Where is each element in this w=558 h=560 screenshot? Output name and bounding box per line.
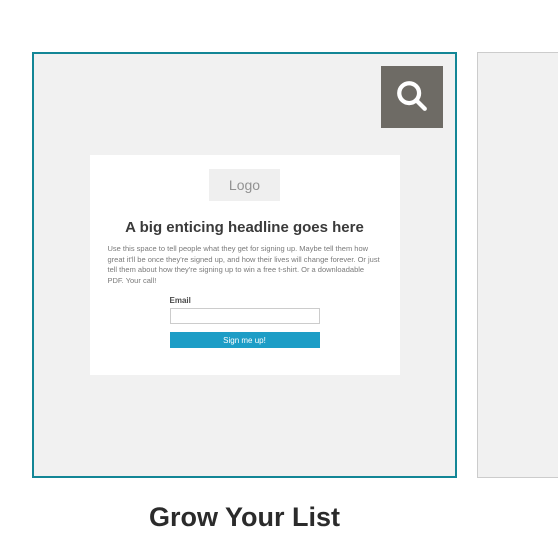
template-title: Grow Your List <box>32 502 457 533</box>
preview-description: Use this space to tell people what they … <box>108 244 382 286</box>
preview-signup-button: Sign me up! <box>170 332 320 348</box>
preview-email-input <box>170 308 320 324</box>
zoom-button[interactable] <box>381 66 443 128</box>
template-card-grow-your-list[interactable]: Logo A big enticing headline goes here U… <box>32 52 457 478</box>
template-card-next[interactable] <box>477 52 558 478</box>
preview-headline: A big enticing headline goes here <box>125 219 364 236</box>
preview-email-label: Email <box>170 296 320 305</box>
template-preview-frame-partial <box>478 53 558 475</box>
preview-logo-placeholder: Logo <box>209 169 280 201</box>
template-preview: Logo A big enticing headline goes here U… <box>90 155 400 375</box>
search-icon <box>395 79 429 116</box>
preview-form: Email Sign me up! <box>170 296 320 348</box>
template-gallery: Logo A big enticing headline goes here U… <box>0 0 558 478</box>
